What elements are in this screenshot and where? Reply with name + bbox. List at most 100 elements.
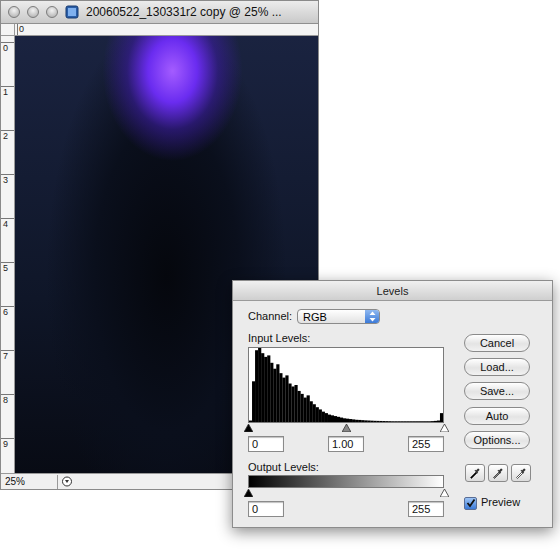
histogram-bar [404,421,407,422]
histogram-bar [261,353,264,422]
histogram-bar [361,420,364,422]
ruler-corner [1,24,15,36]
histogram-bar [328,415,331,422]
cancel-button[interactable]: Cancel [464,334,530,352]
eyedropper-button[interactable] [465,464,485,482]
histogram-bar [428,421,431,422]
histogram-bar [373,421,376,422]
histogram-bar [401,421,404,422]
dialog-body: Channel:RGBInput Levels:01.00255Output L… [233,301,552,517]
histogram-bar [316,407,319,422]
histogram-bar [352,419,355,422]
ruler-mark: 7 [1,350,14,394]
histogram-bar [319,409,322,422]
histogram-bar [301,394,304,422]
input-levels-label: Input Levels: [248,332,444,344]
minimize-icon[interactable] [27,6,39,18]
preview-checkbox[interactable] [464,497,477,510]
left-ruler: 0123456789 [1,36,15,473]
document-icon [65,5,79,19]
ruler-mark: 0 [1,42,14,86]
histogram-bar [410,421,413,422]
input-level-field[interactable]: 255 [408,436,444,452]
histogram-bar [279,373,282,422]
histogram-bar [398,421,401,422]
histogram-bar [349,419,352,422]
dialog-title[interactable]: Levels [233,281,552,301]
histogram-bar [358,420,361,422]
histogram-bar [249,421,252,422]
channel-select[interactable]: RGB [297,309,380,324]
histogram-bar [382,421,385,422]
histogram-bar [340,418,343,422]
histogram-bar [334,416,337,422]
histogram-bar [288,384,291,422]
eyedropper-icon [469,467,481,479]
input-level-field[interactable]: 0 [248,436,284,452]
histogram-bar [267,355,270,422]
histogram-bar [419,421,422,422]
histogram-bar [422,421,425,422]
histogram-bar [379,421,382,422]
eyedropper-icon [515,467,527,479]
histogram-bar [337,417,340,422]
histogram-bar [434,421,437,422]
output-slider[interactable] [440,489,449,497]
output-gradient [248,475,444,488]
ruler-mark: 9 [1,438,14,473]
ruler-mark: 4 [1,218,14,262]
status-menu-icon[interactable] [58,475,76,488]
eyedropper-button[interactable] [511,464,531,482]
histogram-bar [310,401,313,422]
histogram-bar [440,413,443,422]
output-fields: 0 255 [248,501,444,517]
histogram-bar [395,421,398,422]
dialog-buttons: CancelLoad...Save...AutoOptions...Previe… [464,309,532,517]
input-level-field[interactable]: 1.00 [328,436,364,452]
histogram-bar [291,386,294,422]
eyedropper-button[interactable] [488,464,508,482]
options-button[interactable]: Options... [464,431,530,449]
input-fields: 0 1.00 255 [248,436,444,452]
ruler-mark: 0 [17,24,61,35]
histogram-bar [276,364,279,422]
output-level-field[interactable]: 255 [408,501,444,517]
histogram-bar [431,421,434,422]
save-button[interactable]: Save... [464,382,530,400]
ruler-mark: 2 [1,130,14,174]
histogram [248,347,444,423]
histogram-bar [294,385,297,422]
histogram-bar [255,350,258,422]
zoom-icon[interactable] [46,6,58,18]
histogram-bar [282,378,285,422]
input-slider[interactable] [244,424,253,432]
output-level-field[interactable]: 0 [248,501,284,517]
histogram-bar [313,404,316,422]
title-bar[interactable]: 20060522_130331r2 copy @ 25% ... [1,1,318,24]
histogram-bar [285,375,288,422]
histogram-bar [252,381,255,422]
input-slider[interactable] [342,424,351,432]
histogram-bar [376,421,379,422]
zoom-field[interactable]: 25% [1,475,58,489]
histogram-bar [367,421,370,422]
histogram-bar [331,415,334,422]
histogram-bar [407,421,410,422]
auto-button[interactable]: Auto [464,407,530,425]
histogram-bar [370,421,373,422]
output-slider[interactable] [244,489,253,497]
histogram-bar [437,421,440,422]
histogram-bar [322,412,325,422]
levels-dialog: LevelsChannel:RGBInput Levels:01.00255Ou… [232,280,553,528]
ruler-mark: 8 [1,394,14,438]
input-slider[interactable] [440,424,449,432]
histogram-bar [298,391,301,422]
select-arrows [365,310,379,323]
histogram-bar [391,421,394,422]
histogram-bar [425,421,428,422]
ruler-mark: 1 [1,86,14,130]
close-icon[interactable] [8,6,20,18]
input-slider-track [248,424,444,433]
load-button[interactable]: Load... [464,358,530,376]
ruler-mark: 3 [1,174,14,218]
